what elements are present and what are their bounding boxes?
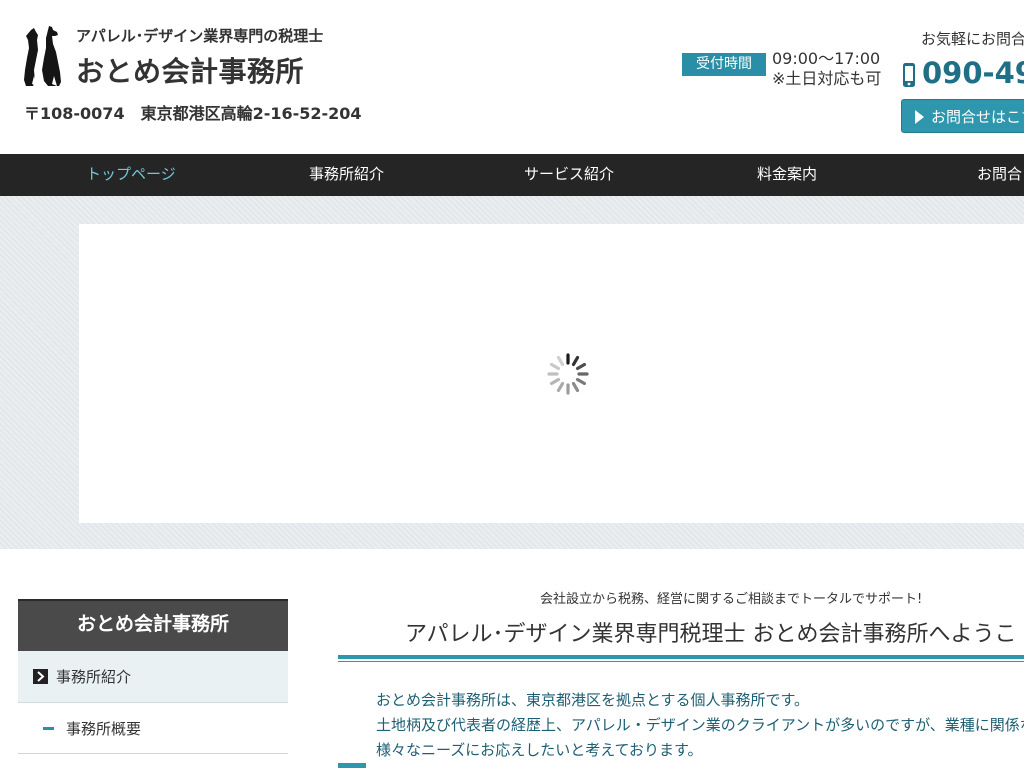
phone-number[interactable]: 090-492	[922, 56, 1024, 90]
office-address: 〒108-0074 東京都港区高輪2-16-52-204	[24, 104, 362, 123]
hours-note: ※土日対応も可	[772, 69, 882, 88]
main-subheading: 会社設立から税務、経営に関するご相談までトータルでサポート!	[540, 592, 923, 607]
sidebar-item-label: 事務所概要	[66, 720, 142, 738]
main-heading: アパレル･デザイン業界専門税理士 おとめ会計事務所へようこ	[405, 622, 1017, 647]
contact-lead: お気軽にお問合	[921, 30, 1024, 48]
intro-paragraph-3: 様々なニーズにお応えしたいと考えております。	[376, 741, 703, 759]
sidebar-item-label: 事務所紹介	[56, 668, 132, 686]
intro-paragraph-2: 土地柄及び代表者の経歴上、アパレル・デザイン業のクライアントが多いのですが、業種…	[376, 716, 1024, 734]
contact-button-label: お問合せはこち	[931, 108, 1024, 126]
heading-underline	[338, 655, 1024, 659]
chevron-right-icon	[33, 669, 48, 684]
intro-paragraph-1: おとめ会計事務所は、東京都港区を拠点とする個人事務所です。	[376, 691, 810, 709]
tagline: アパレル･デザイン業界専門の税理士	[76, 27, 324, 45]
sidebar-title: おとめ会計事務所	[18, 599, 288, 651]
play-triangle-icon	[915, 110, 924, 124]
contact-button[interactable]: お問合せはこち	[901, 99, 1024, 133]
site-header: アパレル･デザイン業界専門の税理士 おとめ会計事務所 〒108-0074 東京都…	[0, 0, 1024, 154]
hero-section	[0, 196, 1024, 549]
mobile-phone-icon	[903, 63, 915, 87]
loading-spinner-icon	[547, 353, 589, 395]
sidebar-item-office[interactable]: 事務所紹介	[18, 651, 288, 703]
page: アパレル･デザイン業界専門の税理士 おとめ会計事務所 〒108-0074 東京都…	[0, 0, 1024, 768]
sidebar-item-overview[interactable]: 事務所概要	[18, 703, 288, 754]
nav-item-services[interactable]: サービス紹介	[524, 154, 614, 196]
heading-underline-thin	[338, 661, 1024, 662]
office-name[interactable]: おとめ会計事務所	[76, 50, 304, 90]
nav-item-top[interactable]: トップページ	[86, 154, 176, 196]
global-nav: トップページ 事務所紹介 サービス紹介 料金案内 お問合	[0, 154, 1024, 196]
dogs-logo-icon[interactable]	[22, 26, 62, 86]
hours-badge: 受付時間	[682, 53, 766, 76]
nav-item-fees[interactable]: 料金案内	[757, 154, 817, 196]
nav-item-office[interactable]: 事務所紹介	[309, 154, 384, 196]
dash-icon	[43, 727, 54, 730]
section-accent-block	[338, 763, 366, 768]
nav-item-contact[interactable]: お問合	[977, 154, 1022, 196]
